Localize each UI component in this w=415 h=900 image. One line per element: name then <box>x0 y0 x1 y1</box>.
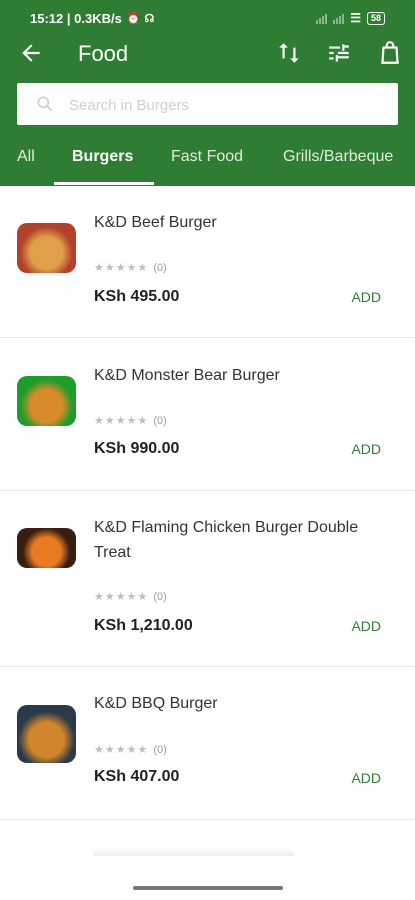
battery-icon: 58 <box>366 11 385 25</box>
filter-icon[interactable] <box>326 40 352 66</box>
rating-stars: ★★★★★ (0) <box>94 415 167 427</box>
page-title: Food <box>78 41 129 66</box>
rating-stars: ★★★★★ (0) <box>94 744 167 756</box>
rating-stars: ★★★★★ (0) <box>94 262 167 274</box>
rating-count: (0) <box>153 262 167 274</box>
product-image <box>17 528 76 568</box>
product-name: K&D BBQ Burger <box>94 695 218 712</box>
status-time: 15:12 | 0.3KB/s <box>30 10 122 26</box>
rating-count: (0) <box>153 591 167 603</box>
product-list: K&D Beef Burger ★★★★★ (0) KSh 495.00 ADD … <box>0 186 415 880</box>
category-tabs: All Burgers Fast Food Grills/Barbeque <box>0 140 415 186</box>
toolbar: Food <box>0 34 415 74</box>
rating-count: (0) <box>153 744 167 756</box>
alarm-icon: ⏰ <box>126 12 141 25</box>
product-name: K&D Flaming Chicken Burger Double Treat <box>94 519 359 561</box>
add-button[interactable]: ADD <box>351 289 381 305</box>
app-header: 15:12 | 0.3KB/s ⏰ ☊ ☰ 58 Food All Burger… <box>0 0 415 186</box>
add-button[interactable]: ADD <box>351 441 381 457</box>
product-name: K&D Beef Burger <box>94 214 217 231</box>
product-card[interactable]: K&D BBQ Burger ★★★★★ (0) KSh 407.00 ADD <box>0 667 415 820</box>
search-icon <box>37 96 53 112</box>
signal-2-icon <box>333 13 345 24</box>
product-card-partial[interactable] <box>0 820 415 880</box>
tab-grills-barbeque[interactable]: Grills/Barbeque <box>283 148 393 166</box>
signal-icon <box>316 13 328 24</box>
gesture-navigation-bar[interactable] <box>133 886 283 890</box>
back-arrow-icon[interactable] <box>18 40 44 66</box>
search-bar <box>17 83 398 127</box>
product-card[interactable]: K&D Beef Burger ★★★★★ (0) KSh 495.00 ADD <box>0 186 415 338</box>
product-card[interactable]: K&D Flaming Chicken Burger Double Treat … <box>0 491 415 667</box>
tab-burgers[interactable]: Burgers <box>72 148 133 166</box>
product-price: KSh 495.00 <box>94 288 180 305</box>
product-price: KSh 407.00 <box>94 768 180 785</box>
product-price: KSh 1,210.00 <box>94 617 193 634</box>
product-card[interactable]: K&D Monster Bear Burger ★★★★★ (0) KSh 990… <box>0 338 415 491</box>
product-image <box>17 223 76 273</box>
product-image <box>17 376 76 426</box>
active-tab-indicator <box>54 182 154 185</box>
search-input[interactable] <box>67 83 391 127</box>
shopping-bag-icon[interactable] <box>377 40 403 66</box>
add-button[interactable]: ADD <box>351 770 381 786</box>
rating-count: (0) <box>153 415 167 427</box>
rating-stars: ★★★★★ (0) <box>94 591 167 603</box>
add-button[interactable]: ADD <box>351 618 381 634</box>
product-price: KSh 990.00 <box>94 440 180 457</box>
status-bar: 15:12 | 0.3KB/s ⏰ ☊ ☰ 58 <box>30 8 385 28</box>
headphones-icon: ☊ <box>144 12 155 25</box>
cut-off-product-name <box>94 848 294 856</box>
tab-fast-food[interactable]: Fast Food <box>171 148 243 166</box>
wifi-icon: ☰ <box>350 11 361 25</box>
tab-all[interactable]: All <box>17 148 35 166</box>
product-name: K&D Monster Bear Burger <box>94 367 280 384</box>
sort-icon[interactable] <box>276 40 302 66</box>
product-image <box>17 705 76 763</box>
